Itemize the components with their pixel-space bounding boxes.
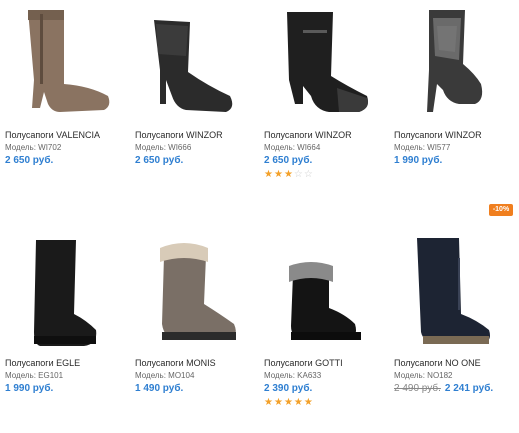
product-image-black-boot[interactable] [130,0,254,120]
product-image-black-suede-boot[interactable] [259,228,383,348]
star-icon-filled: ★ [283,397,294,408]
star-icon-filled: ★ [273,169,284,180]
product-title[interactable]: Полусапоги GOTTI [264,358,343,368]
product-title[interactable]: Полусапоги VALENCIA [5,130,100,140]
product-price: 2 650 руб. [5,155,54,166]
rating-stars: ★★★☆☆ [264,169,314,180]
product-price: 1 490 руб. [135,383,184,394]
product-image-grey-fur-boot[interactable] [130,228,254,348]
product-title[interactable]: Полусапоги MONIS [135,358,216,368]
product-title[interactable]: Полусапоги NO ONE [394,358,481,368]
product-image-navy-suede-boot[interactable] [389,228,513,348]
star-icon-filled: ★ [283,169,294,180]
product-card[interactable]: Полусапоги WINZOR Модель: WI666 2 650 ру… [130,0,254,205]
product-model: Модель: WI702 [5,143,62,152]
star-icon-empty: ☆ [293,169,304,180]
star-icon-empty: ☆ [303,169,314,180]
product-title[interactable]: Полусапоги WINZOR [135,130,223,140]
product-model: Модель: WI664 [264,143,321,152]
product-card[interactable]: Полусапоги MONIS Модель: MO104 1 490 руб… [130,228,254,433]
product-price: 1 990 руб. [5,383,54,394]
product-model: Модель: EG101 [5,371,64,380]
product-card[interactable]: Полусапоги NO ONE Модель: NO182 2 490 ру… [389,228,513,433]
product-price: 2 390 руб. [264,383,313,394]
current-price: 2 241 руб. [444,383,494,394]
product-model: Модель: NO182 [394,371,453,380]
old-price: 2 490 руб. [394,383,441,394]
star-icon-filled: ★ [273,397,284,408]
product-price: 1 990 руб. [394,155,443,166]
star-icon-filled: ★ [303,397,314,408]
product-card[interactable]: Полусапоги WINZOR Модель: WI577 1 990 ру… [389,0,513,205]
product-image-glitter-boot[interactable] [389,0,513,120]
product-title[interactable]: Полусапоги WINZOR [264,130,352,140]
rating-stars: ★★★★★ [264,397,314,408]
product-image-black-boot-patent[interactable] [259,0,383,120]
product-card[interactable]: Полусапоги VALENCIA Модель: WI702 2 650 … [0,0,124,205]
product-price: 2 650 руб. [135,155,184,166]
product-card[interactable]: Полусапоги EGLE Модель: EG101 1 990 руб. [0,228,124,433]
product-model: Модель: KA633 [264,371,322,380]
product-title[interactable]: Полусапоги WINZOR [394,130,482,140]
star-icon-filled: ★ [264,397,274,408]
star-icon-filled: ★ [293,397,304,408]
discount-badge: -10% [489,204,513,216]
product-image-black-boot-lug[interactable] [0,228,124,348]
product-model: Модель: MO104 [135,371,195,380]
product-card[interactable]: Полусапоги WINZOR Модель: WI664 2 650 ру… [259,0,383,205]
star-icon-filled: ★ [264,169,274,180]
product-card[interactable]: Полусапоги GOTTI Модель: KA633 2 390 руб… [259,228,383,433]
product-title[interactable]: Полусапоги EGLE [5,358,80,368]
product-image-brown-boot[interactable] [0,0,124,120]
product-price: 2 490 руб. 2 241 руб. [394,383,493,394]
product-price: 2 650 руб. [264,155,313,166]
product-model: Модель: WI577 [394,143,451,152]
product-model: Модель: WI666 [135,143,192,152]
